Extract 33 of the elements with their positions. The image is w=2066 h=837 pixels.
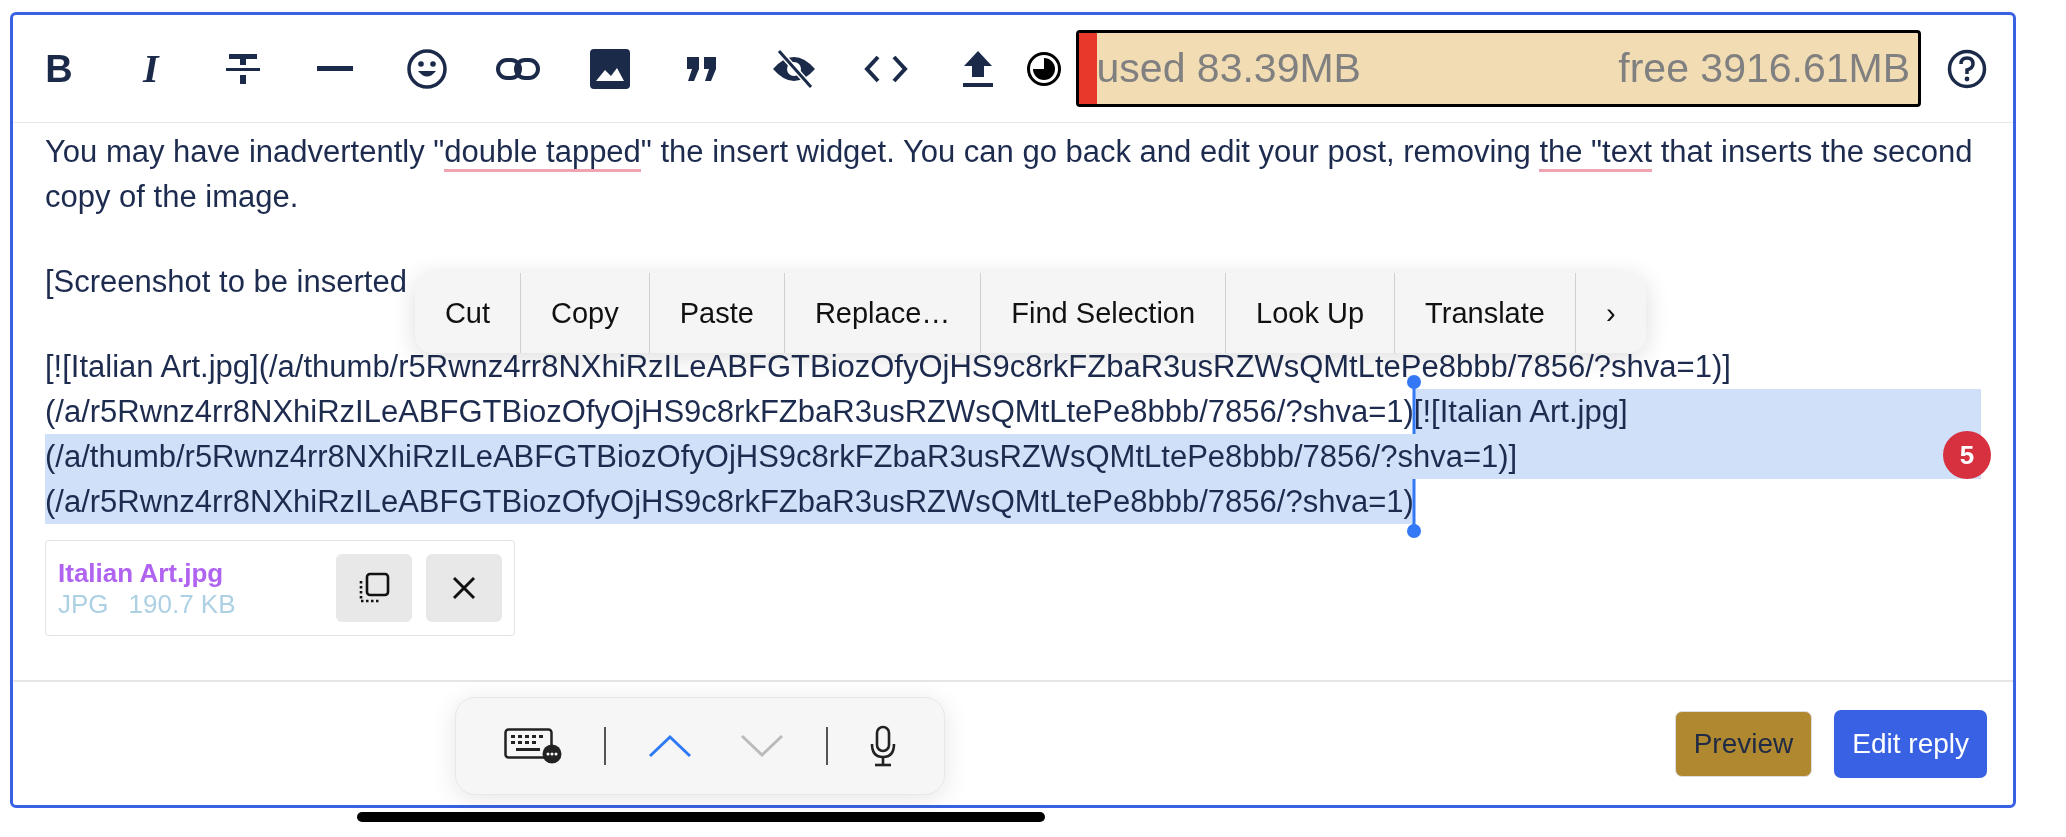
menu-item[interactable]: Copy [520,273,649,353]
menu-item[interactable]: Paste [648,273,784,353]
menu-item[interactable]: Replace… [783,273,981,353]
image-icon[interactable] [590,48,631,89]
menu-item[interactable]: Translate [1394,273,1575,353]
bold-button[interactable]: B [13,33,105,104]
preview-button[interactable]: Preview [1674,710,1813,777]
menu-item[interactable]: › [1574,273,1646,353]
paragraph: [Screenshot to be inserted [45,264,407,299]
link-icon[interactable] [496,56,541,81]
quote-icon[interactable] [686,56,719,81]
half-circle-icon[interactable] [1025,50,1062,87]
help-icon[interactable] [1947,48,1988,89]
paragraph: You may have inadvertently "double tapped" the insert widget. You can go back and edit your post, removing the "text that inserts the second copy of the image. [45,133,1974,216]
eye-slash-icon[interactable] [771,48,818,89]
copy-icon [358,572,390,604]
file-size: 190.7 KB [128,589,236,619]
code-icon[interactable] [864,54,909,83]
used-memory-text: used 83.39MB [1096,48,1361,89]
selected-text: [![Italian Art.jpg] [1413,389,1981,434]
file-name: Italian Art.jpg [58,557,225,589]
file-type: JPG [58,589,109,619]
close-icon [451,575,477,601]
remove-button[interactable] [426,554,502,622]
italic-button[interactable]: I [104,33,197,104]
menu-item[interactable]: Look Up [1225,273,1395,353]
selected-text: (/a/r5Rwnz4rr8NXhiRzILeABFGTBiozOfyOjHS9c8rkFZbaR3usRZWsQMtLtePe8bbb/7856/?shva=1) [45,479,1414,524]
markdown-text: (/a/r5Rwnz4rr8NXhiRzILeABFGTBiozOfyOjHS9c8rkFZbaR3usRZWsQMtLtePe8bbb/7856/?shva=1) [45,393,1414,431]
menu-item[interactable]: Find Selection [980,273,1226,353]
smiley-icon[interactable] [405,47,448,90]
copy-button[interactable] [336,554,412,622]
edit-reply-button[interactable]: Edit reply [1834,709,1987,778]
free-memory-text: free 3916.61MB [1618,48,1912,89]
